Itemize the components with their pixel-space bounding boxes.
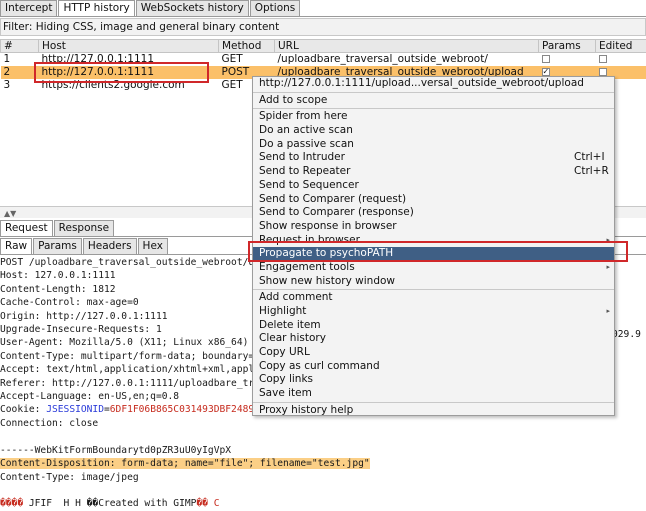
part-content-type: Content-Type: image/jpeg: [0, 472, 139, 483]
header-cache-control: Cache-Control: max-age=0: [0, 297, 139, 308]
tab-http-history[interactable]: HTTP history: [58, 0, 134, 16]
tab-options[interactable]: Options: [250, 0, 301, 16]
row-number: 3: [1, 79, 39, 92]
header-connection: Connection: close: [0, 418, 98, 429]
header-cookie: Cookie: JSESSIONID=6DF1F06B865C031493DBF…: [0, 404, 254, 415]
params-checkbox: [542, 55, 550, 63]
menu-item-send-to-intruder[interactable]: Send to IntruderCtrl+I: [253, 151, 614, 165]
top-tab-bar: Intercept HTTP history WebSockets histor…: [0, 0, 301, 17]
header-content-type: Content-Type: multipart/form-data; bound…: [0, 351, 254, 362]
menu-item-save-item[interactable]: Save item: [253, 387, 614, 401]
header-accept-language: Accept-Language: en-US,en;q=0.8: [0, 391, 179, 402]
row-number: 2: [1, 66, 39, 79]
header-accept: Accept: text/html,application/xhtml+xml,…: [0, 364, 254, 375]
menu-item-engagement-tools[interactable]: Engagement tools▸: [253, 261, 614, 275]
menu-item-proxy-history-help[interactable]: Proxy history help: [253, 404, 614, 418]
tab-intercept[interactable]: Intercept: [0, 0, 57, 16]
table-header-row: # Host Method URL Params Edited: [1, 40, 646, 53]
tab-params[interactable]: Params: [33, 238, 82, 254]
edited-checkbox: [599, 68, 607, 76]
menu-separator: [253, 402, 614, 403]
content-disposition-line: Content-Disposition: form-data; name="fi…: [0, 458, 370, 469]
col-header-edited[interactable]: Edited: [596, 40, 646, 53]
row-params: [539, 53, 596, 66]
menu-item-comparer-response[interactable]: Send to Comparer (response): [253, 206, 614, 220]
shortcut-label: Ctrl+I: [574, 151, 605, 165]
menu-item-clear-history[interactable]: Clear history: [253, 332, 614, 346]
edited-checkbox: [599, 55, 607, 63]
menu-item-highlight[interactable]: Highlight▸: [253, 305, 614, 319]
row-edited: [596, 53, 646, 66]
cookie-name: JSESSIONID: [46, 404, 104, 415]
menu-item-passive-scan[interactable]: Do a passive scan: [253, 138, 614, 152]
col-header-params[interactable]: Params: [539, 40, 596, 53]
header-referer: Referer: http://127.0.0.1:1111/uploadbar…: [0, 378, 254, 389]
cookie-value: 6DF1F06B865C031493DBF2489: [110, 404, 254, 415]
header-content-length: Content-Length: 1812: [0, 284, 116, 295]
col-header-url[interactable]: URL: [275, 40, 539, 53]
tab-hex[interactable]: Hex: [138, 238, 168, 254]
submenu-arrow-icon: ▸: [606, 261, 610, 275]
user-agent-overflow-text: 029.9: [612, 329, 641, 340]
menu-header-url: http://127.0.0.1:1111/upload...versal_ou…: [253, 77, 614, 91]
tab-response[interactable]: Response: [54, 220, 114, 236]
row-url: /uploadbare_traversal_outside_webroot/: [275, 53, 539, 66]
view-tab-bar: Raw Params Headers Hex: [0, 238, 169, 254]
splitter-grip-icon: ▲▼: [4, 209, 16, 218]
tab-headers[interactable]: Headers: [83, 238, 137, 254]
menu-separator: [253, 92, 614, 93]
col-header-host[interactable]: Host: [39, 40, 219, 53]
menu-item-add-comment[interactable]: Add comment: [253, 291, 614, 305]
multipart-boundary: ------WebKitFormBoundarytd0pZR3uU0yIgVpX: [0, 445, 231, 456]
header-user-agent: User-Agent: Mozilla/5.0 (X11; Linux x86_…: [0, 337, 248, 348]
binary-content: ���� JFIF H H ��Created with GIMP�� C: [0, 498, 220, 509]
menu-item-show-new-history-window[interactable]: Show new history window: [253, 275, 614, 289]
header-origin: Origin: http://127.0.0.1:1111: [0, 311, 168, 322]
tab-websockets-history[interactable]: WebSockets history: [136, 0, 249, 16]
menu-item-spider[interactable]: Spider from here: [253, 110, 614, 124]
tab-raw[interactable]: Raw: [0, 238, 32, 254]
menu-separator: [253, 289, 614, 290]
row-number: 1: [1, 53, 39, 66]
menu-item-add-to-scope[interactable]: Add to scope: [253, 94, 614, 108]
menu-item-copy-as-curl[interactable]: Copy as curl command: [253, 360, 614, 374]
request-line: POST /uploadbare_traversal_outside_webro…: [0, 257, 254, 268]
header-host: Host: 127.0.0.1:1111: [0, 270, 116, 281]
menu-item-copy-links[interactable]: Copy links: [253, 373, 614, 387]
col-header-number[interactable]: #: [1, 40, 39, 53]
host-annotation-box: [34, 62, 209, 83]
menu-item-copy-url[interactable]: Copy URL: [253, 346, 614, 360]
menu-item-active-scan[interactable]: Do an active scan: [253, 124, 614, 138]
header-upgrade: Upgrade-Insecure-Requests: 1: [0, 324, 162, 335]
menu-item-comparer-request[interactable]: Send to Comparer (request): [253, 193, 614, 207]
message-tab-bar: Request Response: [0, 220, 115, 236]
propagate-annotation-box: [248, 241, 628, 262]
menu-item-send-to-repeater[interactable]: Send to RepeaterCtrl+R: [253, 165, 614, 179]
menu-item-delete-item[interactable]: Delete item: [253, 319, 614, 333]
shortcut-label: Ctrl+R: [574, 165, 609, 179]
menu-separator: [253, 108, 614, 109]
menu-item-send-to-sequencer[interactable]: Send to Sequencer: [253, 179, 614, 193]
tab-divider: [0, 16, 646, 17]
menu-item-show-response-in-browser[interactable]: Show response in browser: [253, 220, 614, 234]
params-checkbox-checked: ✓: [542, 68, 550, 76]
submenu-arrow-icon: ▸: [606, 305, 610, 319]
filter-bar[interactable]: Filter: Hiding CSS, image and general bi…: [0, 18, 646, 36]
row-method: GET: [219, 53, 275, 66]
col-header-method[interactable]: Method: [219, 40, 275, 53]
tab-request[interactable]: Request: [0, 220, 53, 236]
